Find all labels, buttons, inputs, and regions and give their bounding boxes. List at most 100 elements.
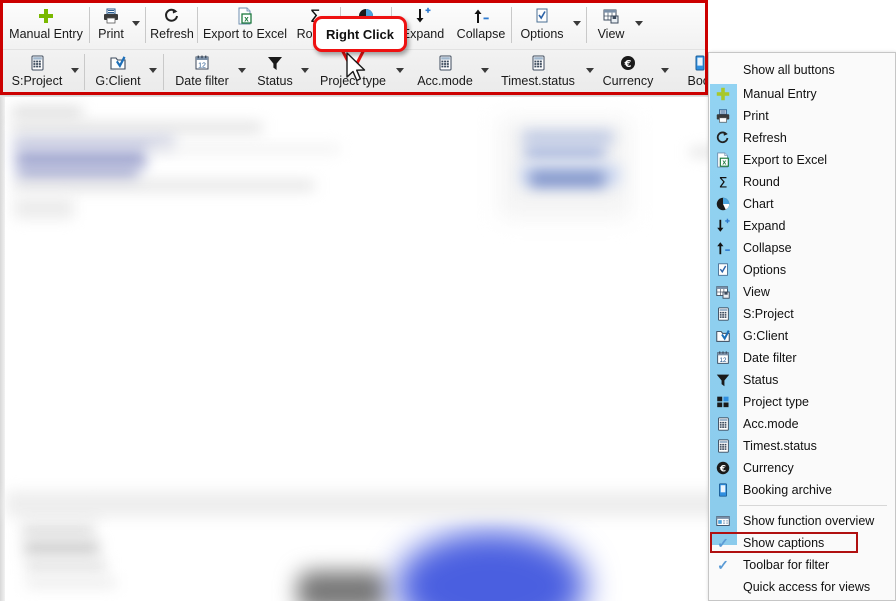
expand-arrow-icon xyxy=(414,6,432,26)
toolbar-label: Collapse xyxy=(456,27,506,41)
excel-export-icon: x xyxy=(236,6,254,26)
plus-icon xyxy=(37,6,55,26)
svg-text:x: x xyxy=(722,159,726,167)
svg-text:12: 12 xyxy=(720,357,727,364)
chevron-down-icon[interactable] xyxy=(71,68,79,73)
bg-blob-shadow-dark xyxy=(297,571,387,601)
menu-item-label: Manual Entry xyxy=(743,87,817,101)
toolbar-button-booking-archive[interactable]: Bool xyxy=(675,50,705,93)
calendar-icon: 12 xyxy=(709,347,737,369)
bg-blob-6 xyxy=(14,181,314,190)
menu-item-options[interactable]: Options xyxy=(709,259,895,281)
menu-item-round[interactable]: Σ Round xyxy=(709,171,895,193)
right-click-callout: Right Click xyxy=(313,16,407,52)
chevron-down-icon[interactable] xyxy=(132,21,140,26)
checkbox-options-icon xyxy=(709,259,737,281)
chevron-down-icon[interactable] xyxy=(238,68,246,73)
mouse-cursor xyxy=(346,52,366,82)
toolbar-label: G:Client xyxy=(95,74,141,88)
toolbar-button-print[interactable]: Print xyxy=(91,3,131,47)
toolbar-label: Date filter xyxy=(175,74,229,88)
menu-item-label: Show function overview xyxy=(743,514,875,528)
toolbar-button-currency[interactable]: € Currency xyxy=(600,50,656,93)
chevron-down-icon[interactable] xyxy=(586,68,594,73)
menu-item-toolbar-for-filter[interactable]: ✓ Toolbar for filter xyxy=(709,554,895,576)
menu-item-refresh[interactable]: Refresh xyxy=(709,127,895,149)
menu-item-label: Currency xyxy=(743,461,794,475)
toolbar-separator xyxy=(197,7,198,43)
menu-item-manual-entry[interactable]: Manual Entry xyxy=(709,83,895,105)
toolbar-button-status[interactable]: Status xyxy=(251,50,299,93)
menu-item-s-project[interactable]: S:Project xyxy=(709,303,895,325)
check-icon: ✓ xyxy=(717,556,729,573)
chevron-down-icon[interactable] xyxy=(301,68,309,73)
toolbar-button-g-client[interactable]: G:Client xyxy=(87,50,149,93)
toolbar-separator xyxy=(84,54,85,90)
printer-icon xyxy=(102,6,120,26)
menu-item-export-to-excel[interactable]: x Export to Excel xyxy=(709,149,895,171)
menu-item-g-client[interactable]: G:Client xyxy=(709,325,895,347)
calculator-grid-icon xyxy=(529,53,547,73)
toolbar-separator xyxy=(586,7,587,43)
toolbar-button-collapse[interactable]: Collapse xyxy=(451,3,511,47)
menu-item-date-filter[interactable]: 12 Date filter xyxy=(709,347,895,369)
menu-item-label: G:Client xyxy=(743,329,789,343)
toolbar-button-s-project[interactable]: S:Project xyxy=(3,50,71,93)
sigma-icon: Σ xyxy=(709,171,737,193)
plus-icon xyxy=(709,83,737,105)
menu-item-expand[interactable]: Expand xyxy=(709,215,895,237)
menu-item-label: Status xyxy=(743,373,779,387)
menu-item-show-function-overview[interactable]: Show function overview xyxy=(709,510,895,532)
menu-item-label: Acc.mode xyxy=(743,417,799,431)
toolbar-button-view[interactable]: View xyxy=(589,3,633,47)
printer-icon xyxy=(709,105,737,127)
bg-blob-2 xyxy=(12,123,262,132)
calculator-grid-icon xyxy=(28,53,46,73)
calculator-grid-icon xyxy=(709,303,737,325)
toolbar-button-date-filter[interactable]: 12 Date filter xyxy=(166,50,238,93)
bg-blob-lower-4 xyxy=(26,561,106,571)
menu-item-print[interactable]: Print xyxy=(709,105,895,127)
toolbar-label: S:Project xyxy=(11,74,63,88)
toolbar-button-options[interactable]: Options xyxy=(515,3,569,47)
menu-item-label: Round xyxy=(743,175,780,189)
chevron-down-icon[interactable] xyxy=(481,68,489,73)
menu-item-chart[interactable]: Chart xyxy=(709,193,895,215)
collapse-arrow-icon xyxy=(472,6,490,26)
menu-item-status[interactable]: Status xyxy=(709,369,895,391)
toolbar-context-menu: Show all buttons Manual Entry Print Refr… xyxy=(708,52,896,601)
menu-item-booking-archive[interactable]: Booking archive xyxy=(709,479,895,501)
chevron-down-icon[interactable] xyxy=(149,68,157,73)
menu-item-view[interactable]: View xyxy=(709,281,895,303)
chevron-down-icon[interactable] xyxy=(661,68,669,73)
toolbar-button-timest-status[interactable]: Timest.status xyxy=(495,50,581,93)
toolbar-separator xyxy=(163,54,164,90)
check-icon: ✓ xyxy=(717,534,729,551)
chevron-down-icon[interactable] xyxy=(573,21,581,26)
menu-item-show-all-buttons[interactable]: Show all buttons xyxy=(709,57,895,83)
chevron-down-icon[interactable] xyxy=(635,21,643,26)
menu-item-quick-access-for-views[interactable]: Quick access for views xyxy=(709,576,895,598)
toolbar-button-manual-entry[interactable]: Manual Entry xyxy=(3,3,89,47)
menu-item-show-captions[interactable]: ✓ Show captions xyxy=(709,532,895,554)
menu-item-timest-status[interactable]: Timest.status xyxy=(709,435,895,457)
menu-item-currency[interactable]: € Currency xyxy=(709,457,895,479)
menu-item-label: S:Project xyxy=(743,307,794,321)
menu-item-collapse[interactable]: Collapse xyxy=(709,237,895,259)
toolbar-label: Expand xyxy=(401,27,445,41)
menu-item-label: Date filter xyxy=(743,351,797,365)
chevron-down-icon[interactable] xyxy=(396,68,404,73)
toolbar-button-refresh[interactable]: Refresh xyxy=(147,3,197,47)
four-squares-icon xyxy=(709,391,737,413)
toolbar-label: Export to Excel xyxy=(202,27,288,41)
menu-item-label: Show captions xyxy=(743,536,825,550)
toolbar-separator xyxy=(511,7,512,43)
toolbar-button-export-to-excel[interactable]: x Export to Excel xyxy=(199,3,291,47)
toolbar-label: Print xyxy=(98,27,124,41)
toolbar-label: Acc.mode xyxy=(417,74,473,88)
toolbar-label: Manual Entry xyxy=(9,27,83,41)
menu-item-project-type[interactable]: Project type xyxy=(709,391,895,413)
toolbar-button-acc-mode[interactable]: Acc.mode xyxy=(412,50,478,93)
collapse-arrow-icon xyxy=(709,237,737,259)
menu-item-acc-mode[interactable]: Acc.mode xyxy=(709,413,895,435)
